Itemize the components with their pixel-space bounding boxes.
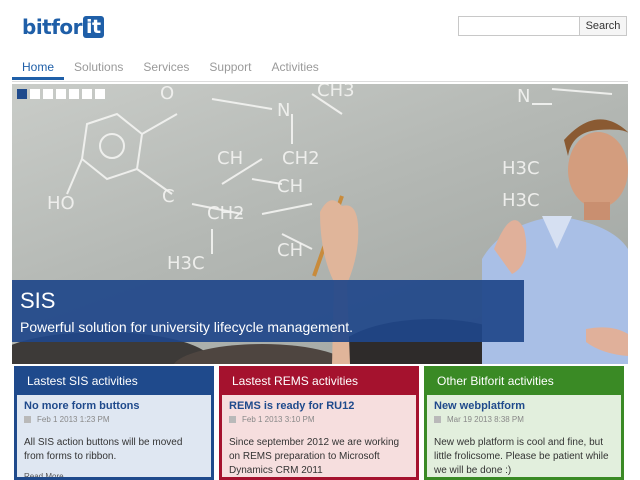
panel-other-activities: Other Bitforit activities New webplatfor… [424, 366, 624, 480]
nav-services[interactable]: Services [133, 58, 199, 80]
search-button[interactable]: Search [579, 16, 627, 36]
activity-date-text: Mar 19 2013 8:38 PM [447, 415, 524, 424]
svg-text:H3C: H3C [167, 253, 205, 274]
nav-solutions[interactable]: Solutions [64, 58, 133, 80]
activity-date-text: Feb 1 2013 3:10 PM [242, 415, 315, 424]
svg-text:H3C: H3C [502, 190, 540, 211]
hero-caption: SIS Powerful solution for university lif… [12, 280, 524, 342]
hero-title: SIS [20, 288, 56, 313]
svg-text:CH2: CH2 [282, 148, 320, 169]
calendar-icon [434, 416, 441, 423]
slide-dot-4[interactable] [56, 89, 66, 99]
activity-title-link[interactable]: New webplatform [434, 399, 614, 413]
hero-subtitle: Powerful solution for university lifecyc… [20, 319, 354, 335]
activity-text: Since september 2012 we are working on R… [229, 437, 400, 476]
nav-activities[interactable]: Activities [261, 58, 328, 80]
slide-dot-5[interactable] [69, 89, 79, 99]
nav-support[interactable]: Support [199, 58, 261, 80]
panel-sis-activities: Lastest SIS activities No more form butt… [14, 366, 214, 480]
svg-text:C: C [162, 186, 175, 207]
activity-title-link[interactable]: REMS is ready for RU12 [229, 399, 409, 413]
slide-indicators [17, 89, 105, 99]
panel-rems-activities: Lastest REMS activities REMS is ready fo… [219, 366, 419, 480]
activity-text: New web platform is cool and fine, but l… [434, 437, 609, 476]
logo-text: bitfor [22, 15, 83, 39]
svg-text:CH3: CH3 [317, 84, 355, 101]
svg-text:CH: CH [217, 148, 243, 169]
slide-dot-7[interactable] [95, 89, 105, 99]
svg-text:CH2: CH2 [207, 203, 245, 224]
calendar-icon [24, 416, 31, 423]
panel-heading: Lastest SIS activities [17, 366, 211, 395]
search-input[interactable] [458, 16, 580, 36]
svg-text:H3C: H3C [502, 158, 540, 179]
bitforit-logo[interactable]: bitfor it [22, 14, 104, 40]
activity-title-link[interactable]: No more form buttons [24, 399, 204, 413]
activity-date: Mar 19 2013 8:38 PM [434, 414, 614, 425]
svg-text:HO: HO [47, 193, 75, 214]
logo-accent: it [83, 16, 104, 38]
svg-text:CH: CH [277, 176, 303, 197]
activity-date-text: Feb 1 2013 1:23 PM [37, 415, 110, 424]
read-more-link[interactable]: Read More... [24, 472, 204, 477]
slide-dot-1[interactable] [17, 89, 27, 99]
main-nav: Home Solutions Services Support Activiti… [12, 58, 329, 82]
svg-text:N: N [517, 86, 530, 107]
nav-home[interactable]: Home [12, 58, 65, 80]
svg-text:N: N [277, 100, 290, 121]
nav-divider [12, 81, 628, 82]
slide-dot-2[interactable] [30, 89, 40, 99]
calendar-icon [229, 416, 236, 423]
slide-dot-3[interactable] [43, 89, 53, 99]
activity-date: Feb 1 2013 1:23 PM [24, 414, 204, 425]
activity-date: Feb 1 2013 3:10 PM [229, 414, 409, 425]
panel-heading: Lastest REMS activities [222, 366, 416, 395]
hero-slider[interactable]: HO O N CH3 C CH CH2 CH CH2 H3C CH N H3C … [12, 84, 628, 364]
svg-text:O: O [160, 84, 174, 104]
activity-text: All SIS action buttons will be moved fro… [24, 437, 183, 462]
panel-heading: Other Bitforit activities [427, 366, 621, 395]
slide-dot-6[interactable] [82, 89, 92, 99]
svg-text:CH: CH [277, 240, 303, 261]
